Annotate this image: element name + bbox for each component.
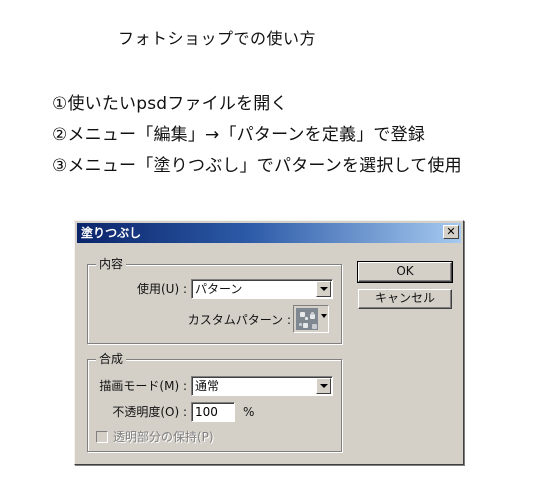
mode-label: 描画モード(M) : <box>99 379 187 393</box>
custom-pattern-picker[interactable] <box>293 305 329 333</box>
preserve-transparency-row: 透明部分の保持(P) <box>96 429 236 445</box>
preserve-transparency-label: 透明部分の保持(P) <box>113 430 214 444</box>
close-icon: ✕ <box>446 225 456 238</box>
instruction-steps: ①使いたいpsdファイルを開く ②メニュー「編集」→「パターンを定義」で登録 ③… <box>52 92 462 185</box>
blending-group: 合成 描画モード(M) : 通常 不透明度(O) : % 透明部分の保持(P) <box>87 351 342 452</box>
dialog-titlebar[interactable]: 塗りつぶし ✕ <box>77 223 461 243</box>
use-label: 使用(U) : <box>136 282 187 296</box>
ok-button[interactable]: OK <box>357 261 453 283</box>
cancel-button[interactable]: キャンセル <box>358 289 452 309</box>
preserve-transparency-checkbox[interactable] <box>96 431 108 443</box>
contents-group: 内容 使用(U) : パターン カスタムパターン : <box>87 256 342 344</box>
mode-select-value: 通常 <box>195 379 220 393</box>
mode-select[interactable]: 通常 <box>191 376 333 396</box>
chevron-down-icon[interactable] <box>321 314 327 318</box>
opacity-unit: % <box>243 405 255 419</box>
use-select-value: パターン <box>195 282 243 296</box>
opacity-label: 不透明度(O) : <box>112 405 187 419</box>
chevron-down-icon[interactable] <box>316 378 331 394</box>
blending-group-label: 合成 <box>96 351 127 367</box>
use-select[interactable]: パターン <box>191 279 333 299</box>
opacity-input[interactable] <box>191 402 235 422</box>
dialog-title: 塗りつぶし <box>81 226 142 240</box>
close-button[interactable]: ✕ <box>443 225 459 239</box>
step-1: ①使いたいpsdファイルを開く <box>52 94 288 114</box>
step-3: ③メニュー「塗りつぶし」でパターンを選択して使用 <box>52 156 462 176</box>
page-title: フォトショップでの使い方 <box>118 29 317 48</box>
contents-group-label: 内容 <box>96 256 127 272</box>
chevron-down-icon[interactable] <box>316 281 331 297</box>
pattern-swatch <box>296 308 318 330</box>
step-2: ②メニュー「編集」→「パターンを定義」で登録 <box>52 125 426 145</box>
fill-dialog: 塗りつぶし ✕ 内容 使用(U) : パターン カスタムパターン : 合成 描画… <box>74 220 464 465</box>
custom-pattern-label: カスタムパターン : <box>187 313 291 327</box>
